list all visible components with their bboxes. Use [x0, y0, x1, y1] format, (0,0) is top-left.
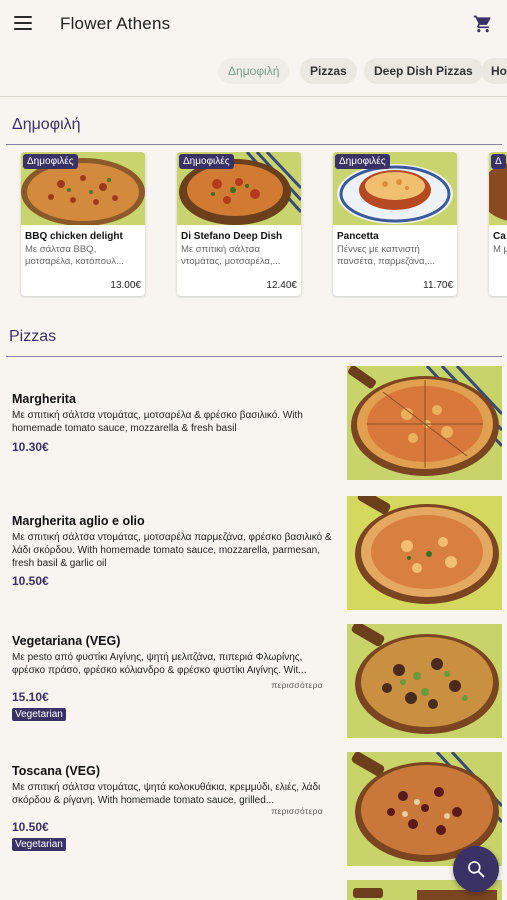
top-app-bar: Flower Athens [0, 0, 507, 48]
more-link[interactable]: περισσότερα [271, 806, 323, 816]
vegetarian-badge: Vegetarian [12, 838, 66, 851]
item-price: 11.70€ [423, 280, 453, 291]
category-tabs: Δημοφιλή Pizzas Deep Dish Pizzas Ho [0, 56, 507, 88]
item-description: Με σπιτική σάλτσα ντομάτας, μοτσαρέλα πα… [12, 532, 332, 569]
item-description: Με σπιτική σάλτσα ντομάτας, ψητά κολοκυθ… [12, 782, 321, 806]
tab-popular[interactable]: Δημοφιλή [218, 58, 290, 84]
item-description: Πέννες με καπνιστή πανσέτα, παρμεζάνα,..… [337, 244, 436, 267]
item-price: 10.50€ [12, 574, 49, 588]
item-description: Με σπιτική σάλτσα ντομάτας, μοτσαρέλα,..… [181, 244, 281, 267]
tab-pizzas[interactable]: Pizzas [300, 58, 357, 84]
search-icon [468, 861, 485, 878]
item-price: 10.50€ [12, 820, 49, 834]
menu-item[interactable]: Margherita aglio e olio Με σπιτική σάλτσ… [0, 496, 507, 612]
item-name: Ca [493, 231, 506, 242]
item-price: 15.10€ [12, 690, 49, 704]
app-title: Flower Athens [60, 14, 171, 33]
item-name: Margherita [12, 392, 76, 406]
item-name: Margherita aglio e olio [12, 514, 145, 528]
pizza-image [347, 366, 502, 480]
more-link[interactable]: περισσότερα [271, 680, 323, 690]
item-name: BBQ chicken delight [25, 231, 123, 242]
section-rule [6, 356, 502, 357]
popular-card[interactable]: Δημοφιλές Di Stefano Deep Dish Με σπιτικ… [177, 152, 301, 296]
item-name: Toscana (VEG) [12, 764, 100, 778]
pizza-image [347, 496, 502, 610]
menu-item[interactable]: Vegetariana (VEG) Με pesto από φυστίκι Α… [0, 624, 507, 740]
item-name: Vegetariana (VEG) [12, 634, 121, 648]
search-button[interactable] [453, 846, 499, 892]
divider [0, 96, 507, 97]
popular-badge: Δημοφιλές [335, 154, 390, 169]
hamburger-menu-icon[interactable] [14, 16, 32, 30]
menu-item[interactable]: Margherita Με σπιτική σάλτσα ντομάτας, μ… [0, 366, 507, 482]
menu-item[interactable]: Toscana (VEG) Με σπιτική σάλτσα ντομάτας… [0, 752, 507, 868]
cart-icon[interactable] [473, 14, 493, 34]
item-price: 13.00€ [110, 280, 141, 291]
popular-carousel[interactable]: Δημοφιλές BBQ chicken delight Με σάλτσα … [0, 152, 507, 298]
popular-card[interactable]: Δ Ca Μ μ [489, 152, 507, 296]
section-title-pizzas: Pizzas [9, 328, 57, 345]
item-name: Di Stefano Deep Dish [181, 231, 283, 242]
section-title-popular: Δημοφιλή [12, 116, 81, 133]
item-name: Pancetta [337, 231, 379, 242]
item-price: 12.40€ [266, 280, 297, 291]
item-description: Με σπιτική σάλτσα ντομάτας, μοτσαρέλα & … [12, 410, 303, 434]
tab-deep-dish-pizzas[interactable]: Deep Dish Pizzas [364, 58, 483, 84]
popular-card[interactable]: Δημοφιλές BBQ chicken delight Με σάλτσα … [21, 152, 145, 296]
item-description: Μ μ [493, 244, 507, 255]
popular-badge: Δημοφιλές [23, 154, 78, 169]
tab-ho[interactable]: Ho [481, 58, 507, 84]
section-rule [6, 144, 502, 145]
popular-card[interactable]: Δημοφιλές Pancetta Πέννες με καπνιστή πα… [333, 152, 457, 296]
popular-badge: Δημοφιλές [179, 154, 234, 169]
popular-badge: Δ [491, 154, 506, 169]
vegetarian-badge: Vegetarian [12, 708, 66, 721]
item-description: Με σάλτσα BBQ, μοτσαρέλα, κοτόπουλ... [25, 244, 124, 267]
item-price: 10.30€ [12, 440, 49, 454]
pizza-image [347, 624, 502, 738]
